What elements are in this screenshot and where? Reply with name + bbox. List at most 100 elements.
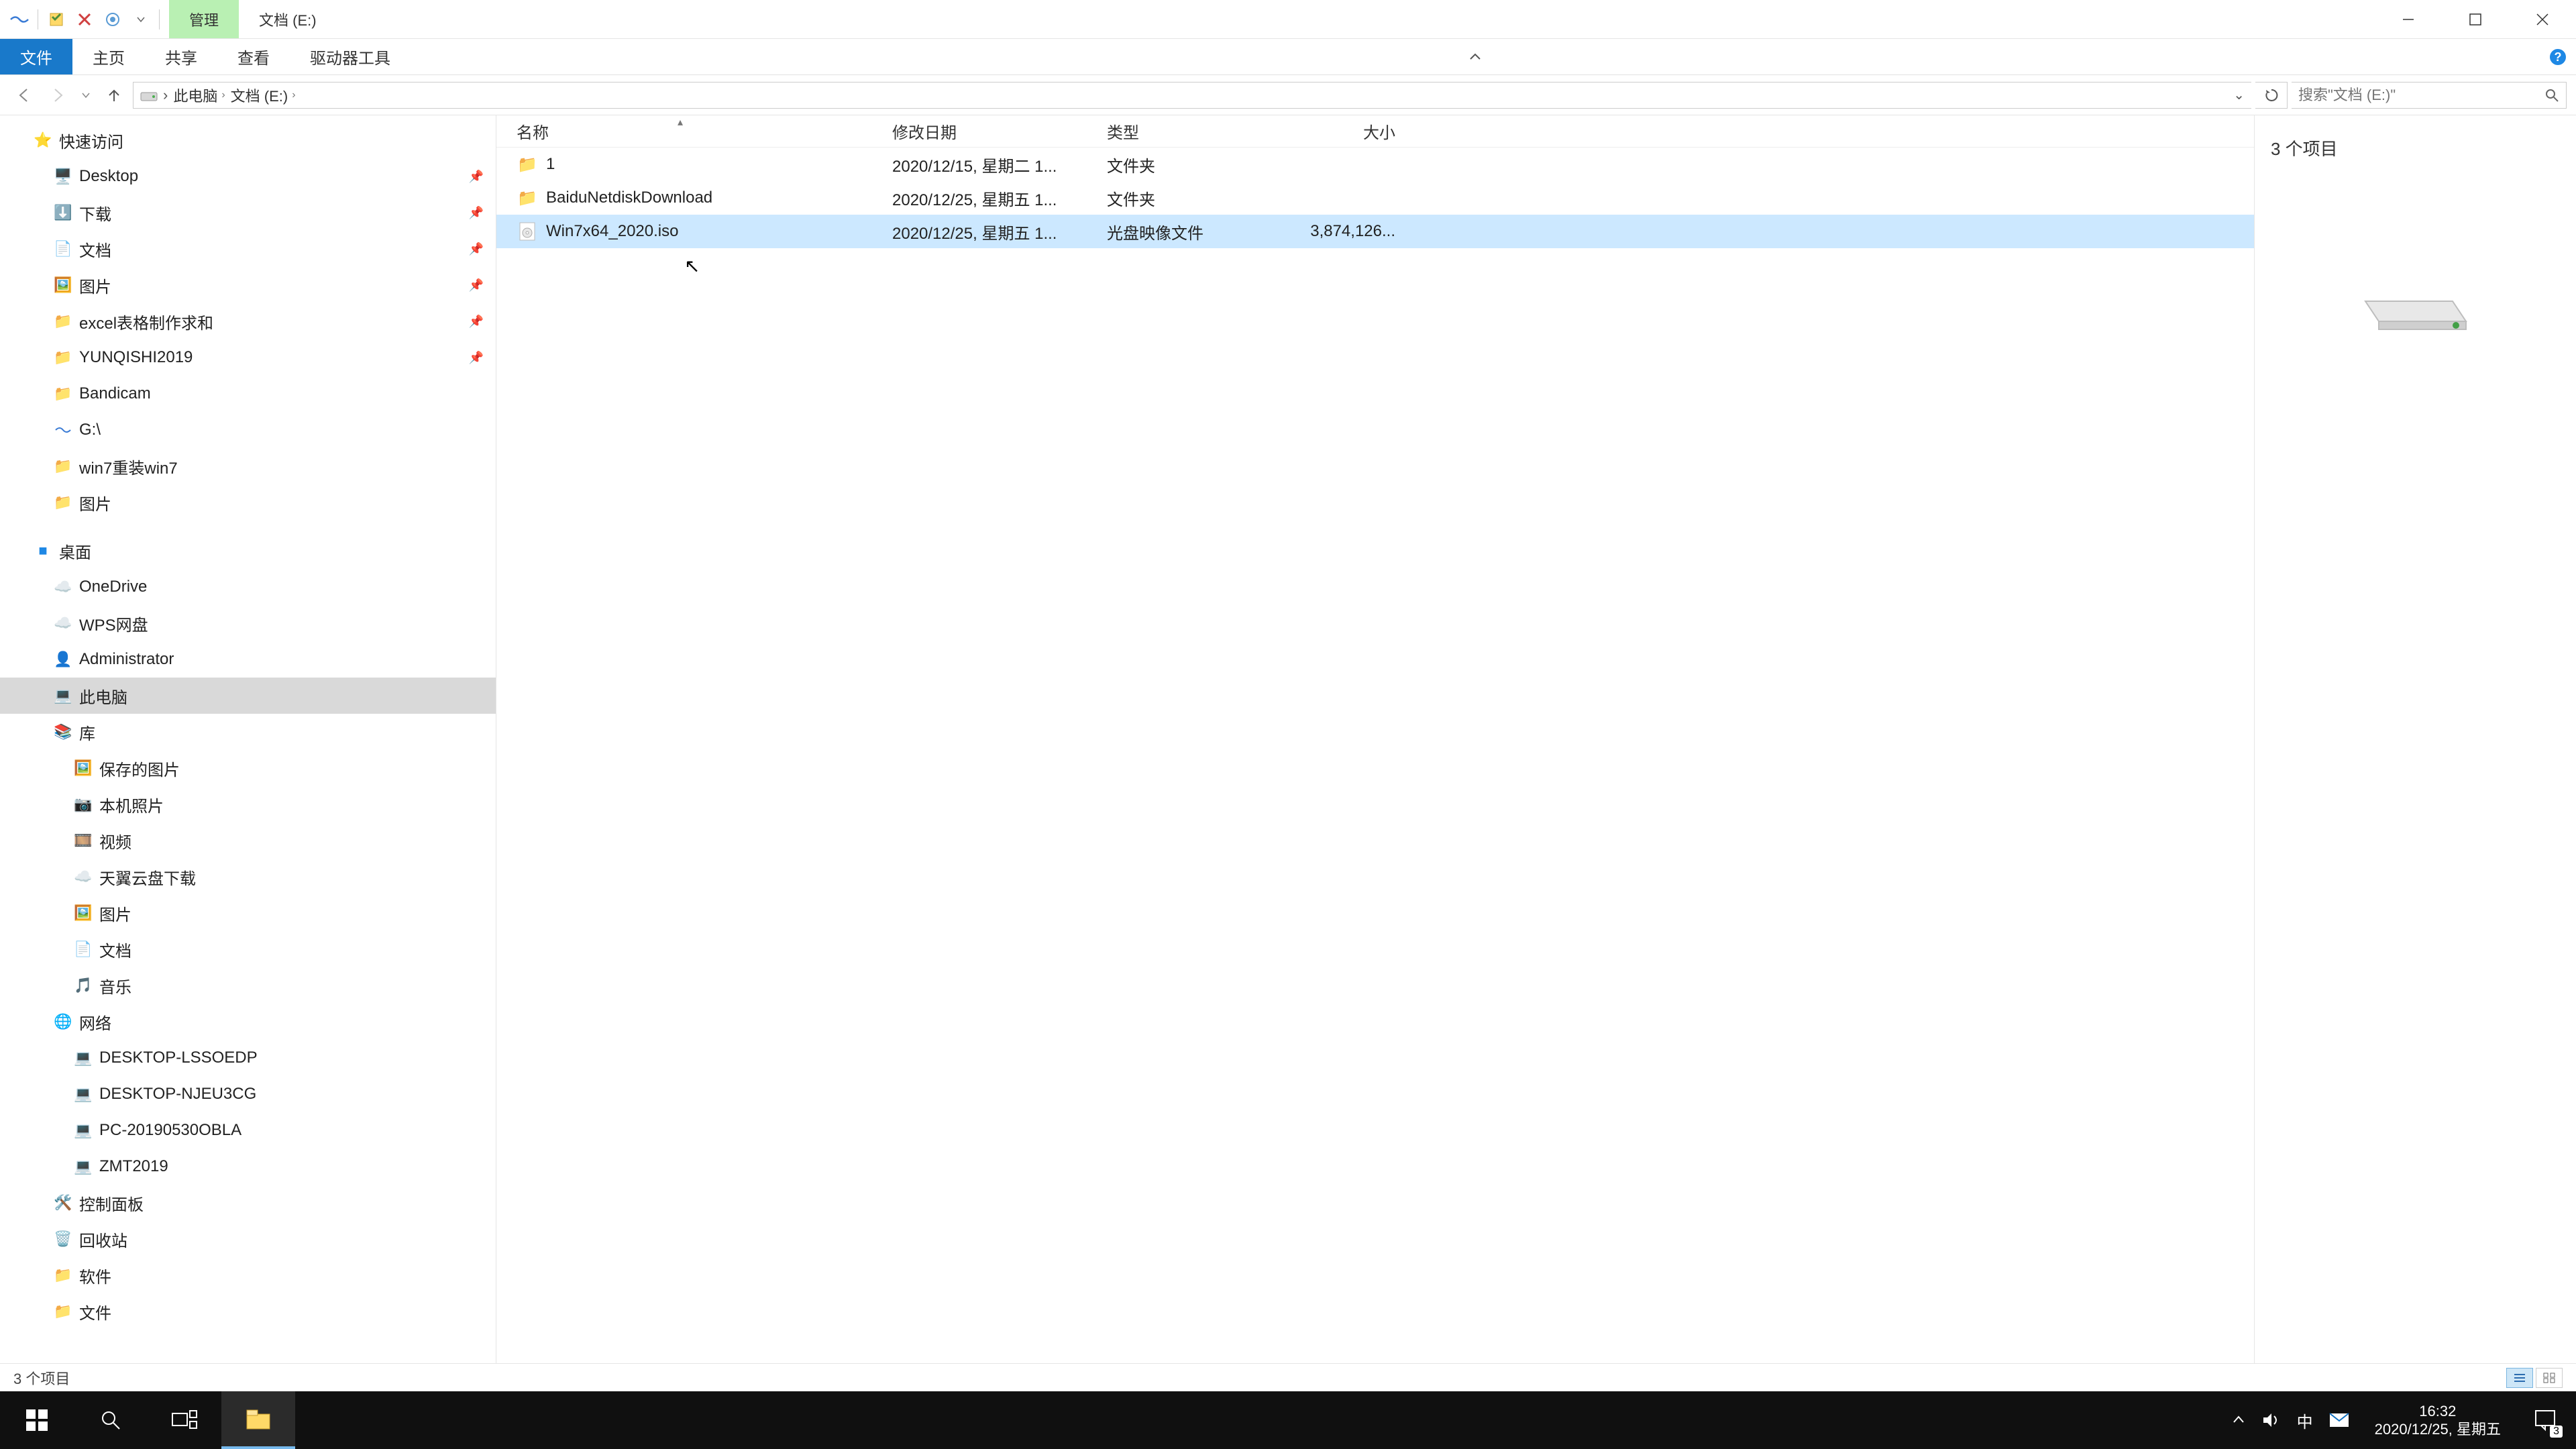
minimize-button[interactable] — [2375, 0, 2442, 39]
nav-lib-video[interactable]: 🎞️视频 — [0, 822, 496, 859]
camera-icon: 📷 — [74, 795, 93, 814]
folder-icon: 📁 — [517, 187, 538, 209]
nav-quick-access[interactable]: ⭐快速访问 — [0, 122, 496, 158]
nav-tree[interactable]: ⭐快速访问 🖥️Desktop📌 ⬇️下载📌 📄文档📌 🖼️图片📌 📁excel… — [0, 115, 496, 1363]
qat-delete-icon[interactable] — [72, 7, 97, 32]
network-icon: 🌐 — [54, 1012, 72, 1031]
nav-drive-g[interactable]: G:\ — [0, 412, 496, 448]
status-count: 3 个项目 — [13, 1367, 70, 1389]
tray-clock[interactable]: 16:32 2020/12/25, 星期五 — [2365, 1402, 2510, 1439]
search-icon[interactable] — [2544, 88, 2559, 103]
nav-lib-tianyi[interactable]: ☁️天翼云盘下载 — [0, 859, 496, 895]
crumb-thispc[interactable]: 此电脑› — [173, 85, 225, 106]
nav-lib-docs[interactable]: 📄文档 — [0, 931, 496, 967]
nav-desktop-root[interactable]: ■桌面 — [0, 533, 496, 569]
folder-icon: 📁 — [54, 384, 72, 403]
qat-dropdown-icon[interactable] — [128, 7, 154, 32]
tray-notifications[interactable]: 3 — [2526, 1401, 2564, 1439]
search-input[interactable] — [2298, 87, 2544, 104]
qat-undo-icon[interactable] — [100, 7, 125, 32]
nav-wps[interactable]: ☁️WPS网盘 — [0, 605, 496, 641]
search-button[interactable] — [74, 1391, 148, 1449]
nav-recycle[interactable]: 🗑️回收站 — [0, 1221, 496, 1257]
help-icon[interactable]: ? — [2540, 39, 2576, 74]
crumb-location[interactable]: 文档 (E:)› — [231, 85, 296, 106]
forward-button[interactable] — [43, 80, 72, 110]
nav-folder-win7[interactable]: 📁win7重装win7 — [0, 448, 496, 484]
nav-lib-music[interactable]: 🎵音乐 — [0, 967, 496, 1004]
nav-net-pc1[interactable]: 💻DESKTOP-LSSOEDP — [0, 1040, 496, 1076]
nav-folder-yunqishi[interactable]: 📁YUNQISHI2019📌 — [0, 339, 496, 376]
nav-documents[interactable]: 📄文档📌 — [0, 231, 496, 267]
cloud-icon: ☁️ — [54, 614, 72, 633]
nav-folder-pictures2[interactable]: 📁图片 — [0, 484, 496, 521]
start-button[interactable] — [0, 1391, 74, 1449]
col-type[interactable]: 类型 — [1107, 119, 1288, 143]
file-row[interactable]: 📁1 2020/12/15, 星期二 1... 文件夹 — [496, 148, 2254, 181]
maximize-button[interactable] — [2442, 0, 2509, 39]
view-icons-button[interactable] — [2536, 1368, 2563, 1388]
nav-folder-files[interactable]: 📁文件 — [0, 1293, 496, 1330]
close-button[interactable] — [2509, 0, 2576, 39]
file-row[interactable]: 📁BaiduNetdiskDownload 2020/12/25, 星期五 1.… — [496, 181, 2254, 215]
recent-dropdown-icon[interactable] — [76, 80, 95, 110]
cloud-icon: ☁️ — [74, 867, 93, 886]
back-button[interactable] — [9, 80, 39, 110]
breadcrumb[interactable]: › 此电脑› 文档 (E:)› ⌄ — [133, 82, 2251, 109]
documents-icon: 📄 — [54, 239, 72, 258]
nav-lib-pics[interactable]: 🖼️图片 — [0, 895, 496, 931]
nav-folder-excel[interactable]: 📁excel表格制作求和📌 — [0, 303, 496, 339]
col-date[interactable]: 修改日期 — [892, 119, 1107, 143]
nav-control-panel[interactable]: 🛠️控制面板 — [0, 1185, 496, 1221]
nav-libraries[interactable]: 📚库 — [0, 714, 496, 750]
taskview-button[interactable] — [148, 1391, 221, 1449]
taskbar-explorer[interactable] — [221, 1391, 295, 1449]
pc-icon: 💻 — [74, 1085, 93, 1104]
nav-net-pc4[interactable]: 💻ZMT2019 — [0, 1148, 496, 1185]
file-row-selected[interactable]: Win7x64_2020.iso 2020/12/25, 星期五 1... 光盘… — [496, 215, 2254, 248]
nav-net-pc2[interactable]: 💻DESKTOP-NJEU3CG — [0, 1076, 496, 1112]
tab-home[interactable]: 主页 — [72, 39, 145, 74]
column-headers: 名称▴ 修改日期 类型 大小 — [496, 115, 2254, 148]
nav-downloads[interactable]: ⬇️下载📌 — [0, 195, 496, 231]
file-list[interactable]: 名称▴ 修改日期 类型 大小 📁1 2020/12/15, 星期二 1... 文… — [496, 115, 2254, 1363]
chevron-right-icon[interactable]: › — [163, 87, 168, 104]
nav-lib-savedpics[interactable]: 🖼️保存的图片 — [0, 750, 496, 786]
col-name[interactable]: 名称▴ — [517, 119, 892, 143]
titlebar: 管理 文档 (E:) — [0, 0, 2576, 39]
nav-folder-bandicam[interactable]: 📁Bandicam — [0, 376, 496, 412]
nav-thispc[interactable]: 💻此电脑 — [0, 678, 496, 714]
tab-share[interactable]: 共享 — [145, 39, 217, 74]
ribbon-expand-icon[interactable] — [1457, 39, 1493, 74]
nav-lib-camera[interactable]: 📷本机照片 — [0, 786, 496, 822]
tab-view[interactable]: 查看 — [217, 39, 290, 74]
notif-badge: 3 — [2550, 1426, 2563, 1438]
folder-icon: 📁 — [517, 154, 538, 175]
explorer-window: 管理 文档 (E:) 文件 主页 共享 查看 驱动器工具 ? › 此电脑› 文档… — [0, 0, 2576, 1391]
drive-preview-icon — [2352, 261, 2479, 335]
up-button[interactable] — [99, 80, 129, 110]
refresh-button[interactable] — [2255, 82, 2288, 109]
preview-count: 3 个项目 — [2271, 136, 2338, 160]
qat-properties-icon[interactable] — [44, 7, 69, 32]
nav-net-pc3[interactable]: 💻PC-20190530OBLA — [0, 1112, 496, 1148]
tray-volume-icon[interactable] — [2262, 1412, 2281, 1428]
qat-app-icon[interactable] — [7, 7, 32, 32]
tab-drive-tools[interactable]: 驱动器工具 — [290, 39, 411, 74]
address-dropdown-icon[interactable]: ⌄ — [2233, 87, 2245, 103]
tray-mail-icon[interactable] — [2329, 1413, 2349, 1428]
col-size[interactable]: 大小 — [1288, 119, 1409, 143]
folder-icon: 📁 — [54, 493, 72, 512]
tray-chevron-icon[interactable] — [2231, 1413, 2246, 1428]
nav-folder-soft[interactable]: 📁软件 — [0, 1257, 496, 1293]
tray-ime[interactable]: 中 — [2297, 1409, 2313, 1432]
view-details-button[interactable] — [2506, 1368, 2533, 1388]
nav-user[interactable]: 👤Administrator — [0, 641, 496, 678]
nav-network[interactable]: 🌐网络 — [0, 1004, 496, 1040]
contextual-tab-manage[interactable]: 管理 — [169, 0, 239, 38]
search-box[interactable] — [2292, 82, 2567, 109]
tab-file[interactable]: 文件 — [0, 39, 72, 74]
nav-onedrive[interactable]: ☁️OneDrive — [0, 569, 496, 605]
nav-desktop[interactable]: 🖥️Desktop📌 — [0, 158, 496, 195]
nav-pictures[interactable]: 🖼️图片📌 — [0, 267, 496, 303]
